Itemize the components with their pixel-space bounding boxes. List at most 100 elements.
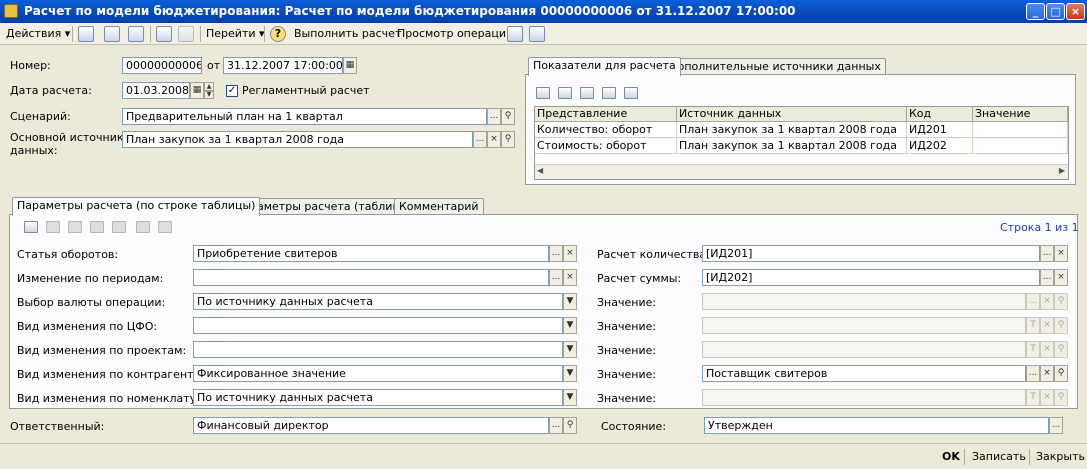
- nomenclature-change-select[interactable]: По источнику данных расчета: [193, 389, 563, 406]
- responsible-field[interactable]: Финансовый директор: [193, 417, 549, 434]
- horizontal-scrollbar[interactable]: ◀ ▶: [535, 164, 1068, 179]
- save-button[interactable]: Записать: [972, 448, 1026, 466]
- clear-icon[interactable]: ×: [1054, 269, 1068, 286]
- back-arrow-icon[interactable]: [78, 26, 94, 42]
- select-button[interactable]: ...: [549, 245, 563, 262]
- select-button[interactable]: ...: [549, 417, 563, 434]
- select-button[interactable]: ...: [473, 131, 487, 148]
- table-cell[interactable]: [973, 138, 1068, 154]
- select-button[interactable]: ...: [1040, 245, 1054, 262]
- spin-down-icon[interactable]: ▼: [204, 91, 214, 99]
- responsible-label: Ответственный:: [10, 420, 105, 433]
- list-settings-icon[interactable]: [529, 26, 545, 42]
- document-icon[interactable]: [104, 26, 120, 42]
- number-field[interactable]: 00000000006: [122, 57, 202, 74]
- maximize-button[interactable]: □: [1046, 3, 1065, 20]
- clear-icon[interactable]: ×: [1054, 245, 1068, 262]
- help-button[interactable]: ?: [270, 26, 286, 42]
- search-icon[interactable]: ⚲: [501, 108, 515, 125]
- chevron-down-icon[interactable]: ▼: [563, 365, 577, 382]
- clear-icon[interactable]: ×: [1040, 365, 1054, 382]
- cfo-change-select[interactable]: [193, 317, 563, 334]
- copy-row-icon[interactable]: [558, 87, 572, 99]
- close-button[interactable]: Закрыть: [1036, 448, 1085, 466]
- clear-icon[interactable]: ×: [563, 245, 577, 262]
- main-source-field[interactable]: План закупок за 1 квартал 2008 года: [122, 131, 473, 148]
- chevron-down-icon[interactable]: ▼: [563, 389, 577, 406]
- ok-button[interactable]: OK: [942, 448, 960, 466]
- contractor-change-select[interactable]: Фиксированное значение: [193, 365, 563, 382]
- print-icon[interactable]: [156, 26, 172, 42]
- minimize-button[interactable]: _: [1026, 3, 1045, 20]
- clear-icon[interactable]: ×: [563, 269, 577, 286]
- add-row-icon[interactable]: [536, 87, 550, 99]
- clear-icon[interactable]: ×: [487, 131, 501, 148]
- calc-date-field[interactable]: 01.03.2008: [122, 82, 190, 99]
- table-cell[interactable]: Количество: оборот: [535, 122, 677, 138]
- run-calculation-button[interactable]: Выполнить расчет: [294, 25, 401, 43]
- chevron-down-icon[interactable]: ▼: [563, 293, 577, 310]
- save-row-icon[interactable]: [624, 87, 638, 99]
- structure-icon[interactable]: [178, 26, 194, 42]
- table-cell[interactable]: Стоимость: оборот: [535, 138, 677, 154]
- calendar-icon[interactable]: ▦: [343, 57, 357, 74]
- spin-up-icon[interactable]: ▲: [204, 82, 214, 91]
- save-row-icon: [112, 221, 126, 233]
- sum-calc-field[interactable]: [ИД202]: [702, 269, 1040, 286]
- clear-icon: ×: [1040, 317, 1054, 334]
- view-operations-button[interactable]: Просмотр операций: [397, 25, 513, 43]
- table-icon[interactable]: [507, 26, 523, 42]
- column-header[interactable]: Код: [907, 107, 973, 122]
- select-button[interactable]: ...: [487, 108, 501, 125]
- indicators-table: Представление Источник данных Код Значен…: [534, 106, 1069, 180]
- close-window-button[interactable]: ×: [1066, 3, 1085, 20]
- column-header[interactable]: Представление: [535, 107, 677, 122]
- toolbar-separator: [72, 26, 73, 42]
- scroll-left-icon[interactable]: ◀: [537, 166, 543, 175]
- tab-extra-sources[interactable]: Дополнительные источники данных: [664, 58, 886, 75]
- reglament-checkbox[interactable]: ✓: [226, 85, 238, 97]
- title-bar: Расчет по модели бюджетирования: Расчет …: [0, 0, 1087, 23]
- search-icon[interactable]: ⚲: [1054, 365, 1068, 382]
- turnover-item-field[interactable]: Приобретение свитеров: [193, 245, 549, 262]
- column-header[interactable]: Источник данных: [677, 107, 907, 122]
- document-date-field[interactable]: 31.12.2007 17:00:00: [223, 57, 343, 74]
- refresh-icon[interactable]: [128, 26, 144, 42]
- table-cell[interactable]: ИД202: [907, 138, 973, 154]
- project-change-select[interactable]: [193, 341, 563, 358]
- edit-row-icon[interactable]: [580, 87, 594, 99]
- nomenclature-change-label: Вид изменения по номенклатуре:: [17, 392, 214, 405]
- select-button[interactable]: ...: [1026, 365, 1040, 382]
- table-cell[interactable]: План закупок за 1 квартал 2008 года: [677, 122, 907, 138]
- goto-menu[interactable]: Перейти ▾: [206, 25, 265, 43]
- scenario-field[interactable]: Предварительный план на 1 квартал: [122, 108, 487, 125]
- select-button[interactable]: ...: [549, 269, 563, 286]
- scroll-right-icon[interactable]: ▶: [1059, 166, 1065, 175]
- table-cell[interactable]: [973, 122, 1068, 138]
- actions-menu[interactable]: Действия ▾: [6, 25, 70, 43]
- source-label-line2: данных:: [10, 144, 58, 157]
- column-header[interactable]: Значение: [973, 107, 1068, 122]
- date-from-label: от: [207, 59, 221, 72]
- type-icon: T: [1026, 389, 1040, 406]
- tab-indicators[interactable]: Показатели для расчета: [528, 57, 681, 76]
- table-cell[interactable]: План закупок за 1 квартал 2008 года: [677, 138, 907, 154]
- currency-choice-select[interactable]: По источнику данных расчета: [193, 293, 563, 310]
- state-field[interactable]: Утвержден: [704, 417, 1049, 434]
- search-icon[interactable]: ⚲: [563, 417, 577, 434]
- quantity-calc-field[interactable]: [ИД201]: [702, 245, 1040, 262]
- select-button[interactable]: ...: [1040, 269, 1054, 286]
- chevron-down-icon[interactable]: ▼: [563, 341, 577, 358]
- add-row-icon[interactable]: [24, 221, 38, 233]
- select-button[interactable]: ...: [1049, 417, 1063, 434]
- value-label: Значение:: [597, 296, 657, 309]
- delete-row-icon[interactable]: [602, 87, 616, 99]
- tab-params-row[interactable]: Параметры расчета (по строке таблицы): [12, 197, 261, 216]
- chevron-down-icon[interactable]: ▼: [563, 317, 577, 334]
- value-field-contractor[interactable]: Поставщик свитеров: [702, 365, 1026, 382]
- search-icon[interactable]: ⚲: [501, 131, 515, 148]
- period-change-field[interactable]: [193, 269, 549, 286]
- tab-comment[interactable]: Комментарий: [394, 198, 484, 215]
- table-cell[interactable]: ИД201: [907, 122, 973, 138]
- calendar-icon[interactable]: ▦: [190, 82, 204, 99]
